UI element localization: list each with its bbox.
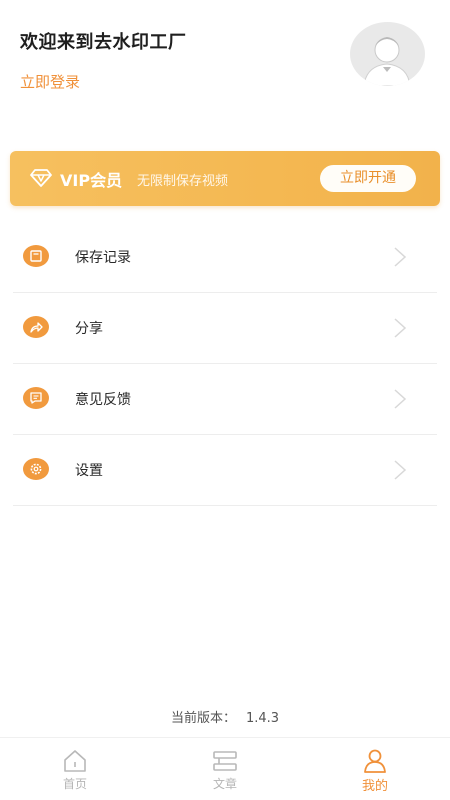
version-value: 1.4.3 <box>245 711 280 726</box>
menu-item-label: 分享 <box>75 321 103 337</box>
version-label: 当前版本： <box>170 711 236 726</box>
menu-item-label: 设置 <box>75 463 103 479</box>
settings-icon <box>23 458 49 480</box>
feedback-icon <box>23 387 49 409</box>
settings-menu: 保存记录 分享 意见反馈 设置 <box>13 222 437 506</box>
menu-item-feedback[interactable]: 意见反馈 <box>13 364 437 435</box>
menu-item-share[interactable]: 分享 <box>13 293 437 364</box>
chevron-right-icon <box>394 460 407 480</box>
diamond-icon <box>30 169 52 187</box>
vip-title: VIP会员 <box>60 171 123 190</box>
menu-item-save-record[interactable]: 保存记录 <box>13 222 437 293</box>
tab-profile[interactable]: 我的 <box>300 738 450 800</box>
bottom-tab-bar: 首页 文章 我的 <box>0 737 450 800</box>
menu-item-settings[interactable]: 设置 <box>13 435 437 506</box>
tab-label: 首页 <box>62 777 87 791</box>
welcome-title: 欢迎来到去水印工厂 <box>20 32 187 53</box>
tab-label: 文章 <box>212 777 237 791</box>
avatar[interactable] <box>350 22 425 86</box>
tab-article[interactable]: 文章 <box>150 738 300 800</box>
profile-icon <box>364 749 386 773</box>
vip-open-button[interactable]: 立即开通 <box>320 165 416 192</box>
login-link[interactable]: 立即登录 <box>20 71 80 92</box>
vip-banner[interactable]: VIP会员 无限制保存视频 立即开通 <box>10 151 440 206</box>
app-version: 当前版本： 1.4.3 <box>0 707 450 726</box>
chevron-right-icon <box>394 318 407 338</box>
default-avatar-icon <box>363 37 411 86</box>
home-icon <box>64 750 86 772</box>
profile-header: 欢迎来到去水印工厂 立即登录 <box>0 0 450 130</box>
article-icon <box>213 751 237 771</box>
vip-description: 无限制保存视频 <box>137 174 229 189</box>
chevron-right-icon <box>394 247 407 267</box>
chevron-right-icon <box>394 389 407 409</box>
save-record-icon <box>23 245 49 267</box>
tab-home[interactable]: 首页 <box>0 738 150 800</box>
menu-item-label: 意见反馈 <box>75 392 131 408</box>
menu-item-label: 保存记录 <box>75 250 131 266</box>
share-icon <box>23 316 49 338</box>
tab-label: 我的 <box>361 779 388 794</box>
